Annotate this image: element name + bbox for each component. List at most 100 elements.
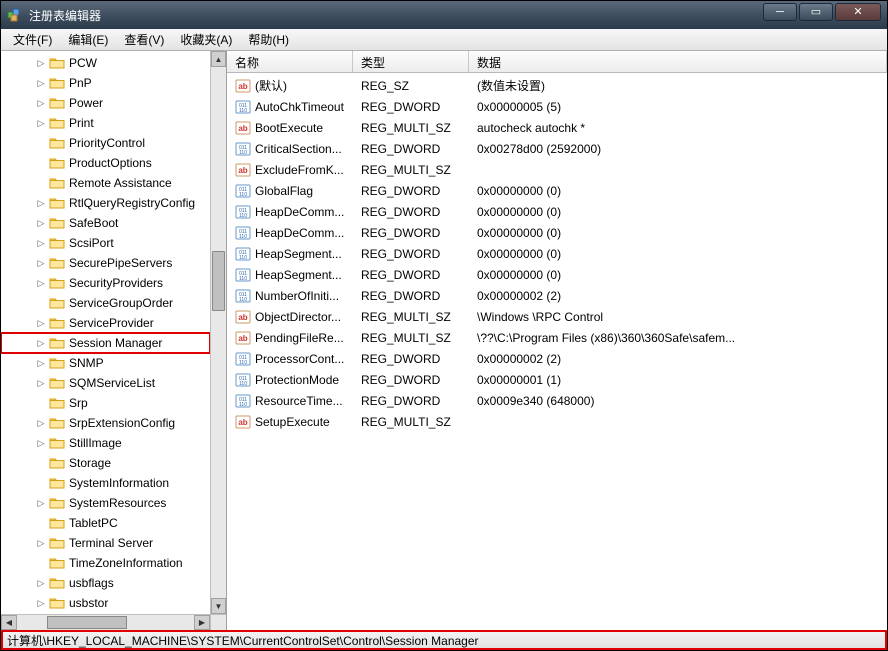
expander-icon[interactable]: ▷ [35,58,47,69]
tree-item[interactable]: ▷usbflags [1,573,210,593]
list-row[interactable]: abPendingFileRe...REG_MULTI_SZ\??\C:\Pro… [227,327,887,348]
value-name: HeapDeComm... [255,205,344,219]
column-header-type[interactable]: 类型 [353,51,469,72]
tree-item[interactable]: ▷Power [1,93,210,113]
value-data: 0x00000000 (0) [469,205,887,219]
list-row[interactable]: 011110AutoChkTimeoutREG_DWORD0x00000005 … [227,96,887,117]
menu-help[interactable]: 帮助(H) [240,29,297,50]
expander-icon[interactable]: ▷ [35,198,47,209]
close-button[interactable]: ✕ [835,3,881,21]
expander-icon[interactable]: ▷ [35,538,47,549]
tree-item[interactable]: Remote Assistance [1,173,210,193]
tree-item[interactable]: ▷SQMServiceList [1,373,210,393]
value-data: 0x00000000 (0) [469,226,887,240]
scroll-thumb[interactable] [47,616,127,629]
list-view[interactable]: ab(默认)REG_SZ(数值未设置)011110AutoChkTimeoutR… [227,73,887,434]
list-row[interactable]: abObjectDirector...REG_MULTI_SZ\Windows … [227,306,887,327]
tree-item[interactable]: ▷ SrpExtensionConfig [1,413,210,433]
list-row[interactable]: 011110ProcessorCont...REG_DWORD0x0000000… [227,348,887,369]
expander-icon[interactable]: ▷ [35,598,47,609]
expander-icon[interactable]: ▷ [35,78,47,89]
tree-item[interactable]: ▷Print [1,113,210,133]
value-data: 0x00000001 (1) [469,373,887,387]
expander-icon[interactable]: ▷ [35,118,47,129]
tree-item[interactable]: ▷SafeBoot [1,213,210,233]
expander-icon[interactable]: ▷ [35,278,47,289]
list-row[interactable]: abSetupExecuteREG_MULTI_SZ [227,411,887,432]
list-row[interactable]: 011110NumberOfIniti...REG_DWORD0x0000000… [227,285,887,306]
value-name: ProcessorCont... [255,352,344,366]
scroll-left-arrow-icon[interactable]: ◀ [1,615,17,630]
tree-item-label: Terminal Server [69,536,153,550]
menu-edit[interactable]: 编辑(E) [60,29,116,50]
minimize-button[interactable]: ─ [763,3,797,21]
list-row[interactable]: 011110CriticalSection...REG_DWORD0x00278… [227,138,887,159]
maximize-button[interactable]: ▭ [799,3,833,21]
list-row[interactable]: 011110HeapSegment...REG_DWORD0x00000000 … [227,264,887,285]
list-row[interactable]: 011110HeapSegment...REG_DWORD0x00000000 … [227,243,887,264]
list-row[interactable]: 011110ProtectionModeREG_DWORD0x00000001 … [227,369,887,390]
menu-view[interactable]: 查看(V) [116,29,172,50]
list-row[interactable]: ab(默认)REG_SZ(数值未设置) [227,75,887,96]
tree-item[interactable]: ▷StillImage [1,433,210,453]
tree-item[interactable]: SystemInformation [1,473,210,493]
list-row[interactable]: abBootExecuteREG_MULTI_SZautocheck autoc… [227,117,887,138]
scroll-track[interactable] [17,615,194,630]
tree-vertical-scrollbar[interactable]: ▲ ▼ [210,51,226,614]
expander-icon[interactable]: ▷ [35,578,47,589]
expander-icon[interactable]: ▷ [35,438,47,449]
list-row[interactable]: 011110HeapDeComm...REG_DWORD0x00000000 (… [227,222,887,243]
list-row[interactable]: 011110ResourceTime...REG_DWORD0x0009e340… [227,390,887,411]
scroll-thumb[interactable] [212,251,225,311]
tree-item[interactable]: ▷Session Manager [1,333,210,353]
tree-item[interactable]: ▷usbstor [1,593,210,613]
tree-item[interactable]: ▷PnP [1,73,210,93]
tree-item[interactable]: ▷ Terminal Server [1,533,210,553]
expander-icon[interactable]: ▷ [35,498,47,509]
column-header-name[interactable]: 名称 [227,51,353,72]
tree-item[interactable]: ServiceGroupOrder [1,293,210,313]
tree-item[interactable]: Storage [1,453,210,473]
folder-icon [49,316,65,330]
tree-item[interactable]: ▷RtlQueryRegistryConfig [1,193,210,213]
scroll-up-arrow-icon[interactable]: ▲ [211,51,226,67]
tree-item[interactable]: TabletPC [1,513,210,533]
tree-view[interactable]: ▷PCW▷PnP▷Power▷PrintPriorityControlProdu… [1,51,210,614]
menu-favorites[interactable]: 收藏夹(A) [172,29,240,50]
expander-icon[interactable]: ▷ [35,218,47,229]
expander-icon[interactable]: ▷ [35,338,47,349]
dword-value-icon: 011110 [235,372,251,388]
scroll-right-arrow-icon[interactable]: ▶ [194,615,210,630]
menu-file[interactable]: 文件(F) [5,29,60,50]
tree-item[interactable]: ▷ScsiPort [1,233,210,253]
scroll-down-arrow-icon[interactable]: ▼ [211,598,226,614]
tree-item[interactable]: ▷PCW [1,53,210,73]
expander-icon[interactable]: ▷ [35,318,47,329]
list-row[interactable]: 011110HeapDeComm...REG_DWORD0x00000000 (… [227,201,887,222]
expander-icon[interactable]: ▷ [35,238,47,249]
tree-item[interactable]: ProductOptions [1,153,210,173]
tree-item[interactable]: PriorityControl [1,133,210,153]
string-value-icon: ab [235,78,251,94]
expander-icon[interactable]: ▷ [35,418,47,429]
expander-icon[interactable]: ▷ [35,98,47,109]
tree-item[interactable]: ▷ServiceProvider [1,313,210,333]
value-type: REG_DWORD [353,352,469,366]
svg-text:110: 110 [239,213,247,219]
expander-icon[interactable]: ▷ [35,258,47,269]
tree-item[interactable]: Srp [1,393,210,413]
expander-icon[interactable]: ▷ [35,378,47,389]
list-row[interactable]: 011110GlobalFlagREG_DWORD0x00000000 (0) [227,180,887,201]
tree-item[interactable]: ▷SecurityProviders [1,273,210,293]
tree-item[interactable]: ▷SecurePipeServers [1,253,210,273]
tree-item[interactable]: ▷SNMP [1,353,210,373]
expander-icon[interactable]: ▷ [35,358,47,369]
column-header-data[interactable]: 数据 [469,51,887,72]
tree-item-label: SrpExtensionConfig [69,416,175,430]
tree-item[interactable]: ▷SystemResources [1,493,210,513]
value-type: REG_DWORD [353,268,469,282]
list-row[interactable]: abExcludeFromK...REG_MULTI_SZ [227,159,887,180]
folder-icon [49,576,65,590]
tree-item[interactable]: TimeZoneInformation [1,553,210,573]
tree-horizontal-scrollbar[interactable]: ◀ ▶ [1,614,210,630]
